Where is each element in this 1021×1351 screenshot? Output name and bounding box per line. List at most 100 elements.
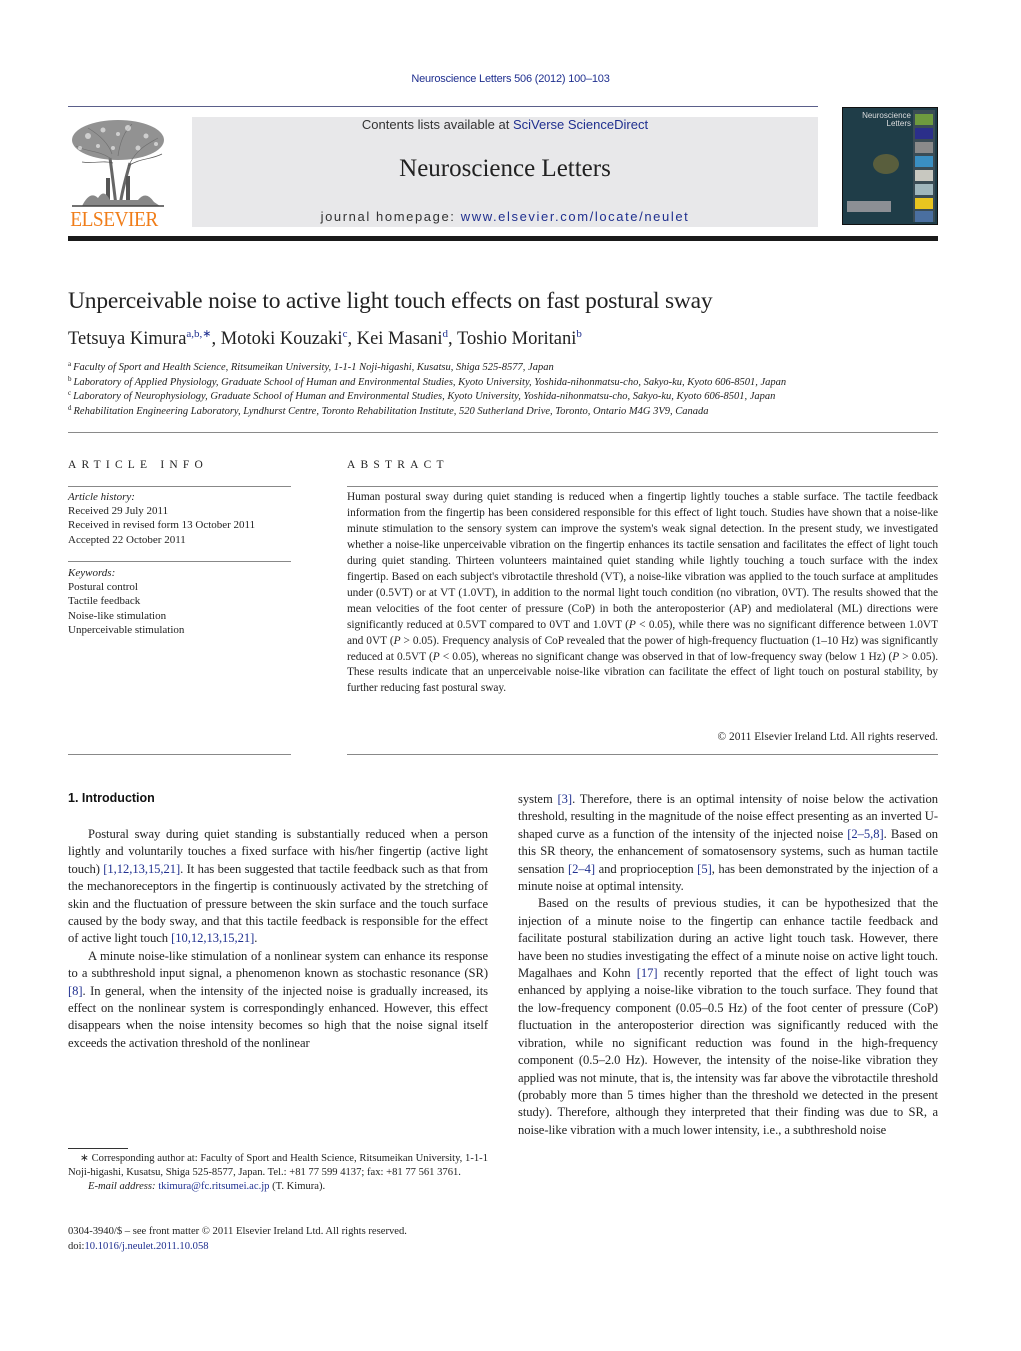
journal-homepage-link[interactable]: www.elsevier.com/locate/neulet [461,209,690,224]
author-name[interactable]: Kei Masani [357,329,443,349]
affiliation-text: Laboratory of Neurophysiology, Graduate … [73,391,776,402]
keywords-list: Postural control Tactile feedback Noise-li… [68,580,293,637]
affiliation-d: d Rehabilitation Engineering Laboratory, … [68,403,948,420]
email-link[interactable]: tkimura@fc.ritsumei.ac.jp [158,1181,269,1192]
corresponding-author-footnote: ∗ Corresponding author at: Faculty of Sp… [68,1152,488,1195]
cover-title-line2: Letters [886,119,911,128]
journal-cover-image[interactable]: Neuroscience Letters [842,107,938,225]
citation-link[interactable]: [2–5,8] [847,827,883,841]
cover-thumb-4 [915,156,933,167]
abstract-top-rule [347,486,938,487]
elsevier-tree-icon [72,120,164,207]
keywords-label: Keywords: [68,567,116,579]
article-history: Article history: Received 29 July 2011 Re… [68,490,293,547]
keyword-item: Noise-like stimulation [68,609,167,622]
history-item: Accepted 22 October 2011 [68,533,186,546]
author-separator: , [211,329,221,349]
text-segment: recently reported that the effect of lig… [518,966,938,1137]
citation-link[interactable]: [1,12,13,15,21] [103,862,180,876]
doi-link[interactable]: 10.1016/j.neulet.2011.10.058 [84,1241,208,1252]
body-column-left: Postural sway during quiet standing is s… [68,826,488,1052]
affiliation-list: a Faculty of Sport and Health Science, Ri… [68,361,948,419]
journal-title: Neuroscience Letters [399,155,611,182]
footnote-rule [68,1148,128,1149]
cover-title: Neuroscience Letters [857,112,911,128]
article-history-list: Received 29 July 2011 Received in revised… [68,504,293,547]
history-item: Received in revised form 13 October 2011 [68,519,256,532]
article-info-heading: ARTICLE INFO [68,459,208,471]
cover-thumb-6 [915,184,933,195]
affiliation-c: c Laboratory of Neurophysiology, Graduate… [68,390,948,405]
contents-prefix: Contents lists available at [361,117,513,132]
abstract-bottom-rule [347,754,938,755]
abstract-text: Human postural sway during quiet standin… [347,490,938,697]
paragraph: A minute noise-like stimulation of a non… [68,948,488,1052]
author-name[interactable]: Tetsuya Kimura [68,329,186,349]
front-matter: 0304-3940/$ – see front matter © 2011 El… [68,1225,488,1254]
sciencedirect-link[interactable]: SciVerse ScienceDirect [513,117,648,132]
author-name[interactable]: Toshio Moritani [457,329,576,349]
elsevier-wordmark: ELSEVIER [70,207,158,231]
journal-masthead: Contents lists available at SciVerse Sci… [192,117,818,227]
author-name[interactable]: Motoki Kouzaki [221,329,343,349]
doi-line: doi:10.1016/j.neulet.2011.10.058 [68,1240,488,1255]
keywords-rule [68,561,291,562]
cover-neuron-graphic [873,154,899,174]
text-segment: and proprioception [595,861,698,876]
stat-symbol: P [393,634,401,647]
email-line: E-mail address: tkimura@fc.ritsumei.ac.j… [68,1180,488,1194]
history-item: Received 29 July 2011 [68,505,169,518]
citation-link[interactable]: [5] [697,862,712,876]
affiliation-text: Faculty of Sport and Health Science, Rit… [73,362,554,373]
keyword-item: Postural control [68,581,138,594]
text-segment: . [254,931,258,946]
affiliation-b: b Laboratory of Applied Physiology, Gradu… [68,374,948,391]
abstract-copyright: © 2011 Elsevier Ireland Ltd. All rights … [717,731,938,743]
affiliation-text: Laboratory of Applied Physiology, Gradua… [73,376,787,388]
keywords: Keywords: Postural control Tactile feedba… [68,566,293,637]
cover-thumb-8 [915,211,933,222]
citation-link[interactable]: [3] [558,792,573,806]
journal-reference[interactable]: Neuroscience Letters 506 (2012) 100–103 [0,73,1021,85]
paragraph: Postural sway during quiet standing is s… [68,826,488,948]
doi-prefix: doi: [68,1240,85,1252]
paragraph: system [3]. Therefore, there is an optim… [518,791,938,895]
citation-link[interactable]: [8] [68,984,83,998]
article-history-label: Article history: [68,491,135,503]
affiliation-key: b [68,374,72,383]
stat-symbol: P [628,618,636,631]
abstract-segment: < 0.05), whereas no significant change w… [439,650,893,663]
text-segment: . In general, when the intensity of the … [68,983,488,1050]
header-thick-rule [68,236,938,241]
elsevier-logo[interactable]: ELSEVIER [68,116,168,230]
citation-link[interactable]: [10,12,13,15,21] [171,931,254,945]
cover-thumb-brain [915,114,933,125]
email-suffix: (T. Kimura). [269,1181,326,1193]
text-segment: A minute noise-like stimulation of a non… [68,948,488,981]
citation-link[interactable]: [2–4] [568,862,595,876]
cover-thumb-5 [915,170,933,181]
article-info-rule [68,486,291,487]
paragraph: Based on the results of previous studies… [518,895,938,1139]
affiliation-key: c [68,389,72,397]
corresponding-author-text: ∗ Corresponding author at: Faculty of Sp… [68,1153,488,1179]
affiliation-key: d [68,403,72,412]
author-affiliation-marker[interactable]: a,b,∗ [186,328,211,340]
abstract-heading: ABSTRACT [347,459,449,471]
homepage-line: journal homepage: www.elsevier.com/locat… [192,209,818,225]
contents-line: Contents lists available at SciVerse Sci… [192,117,818,133]
cover-label-block [847,201,891,212]
cover-thumb-7 [915,198,933,209]
article-title: Unperceivable noise to active light touc… [68,288,713,314]
keyword-item: Tactile feedback [68,595,141,608]
affiliation-rule [68,432,938,433]
author-list: Tetsuya Kimuraa,b,∗, Motoki Kouzakic, Ke… [68,327,948,351]
citation-link[interactable]: [17] [637,966,658,980]
affiliation-a: a Faculty of Sport and Health Science, Ri… [68,361,948,376]
email-label: E-mail address: [88,1181,159,1193]
affiliation-text: Rehabilitation Engineering Laboratory, L… [73,405,709,417]
section-heading-introduction: 1. Introduction [68,791,155,805]
author-affiliation-marker[interactable]: b [576,328,582,340]
header-rule [68,106,818,107]
cover-thumb-3 [915,142,933,153]
